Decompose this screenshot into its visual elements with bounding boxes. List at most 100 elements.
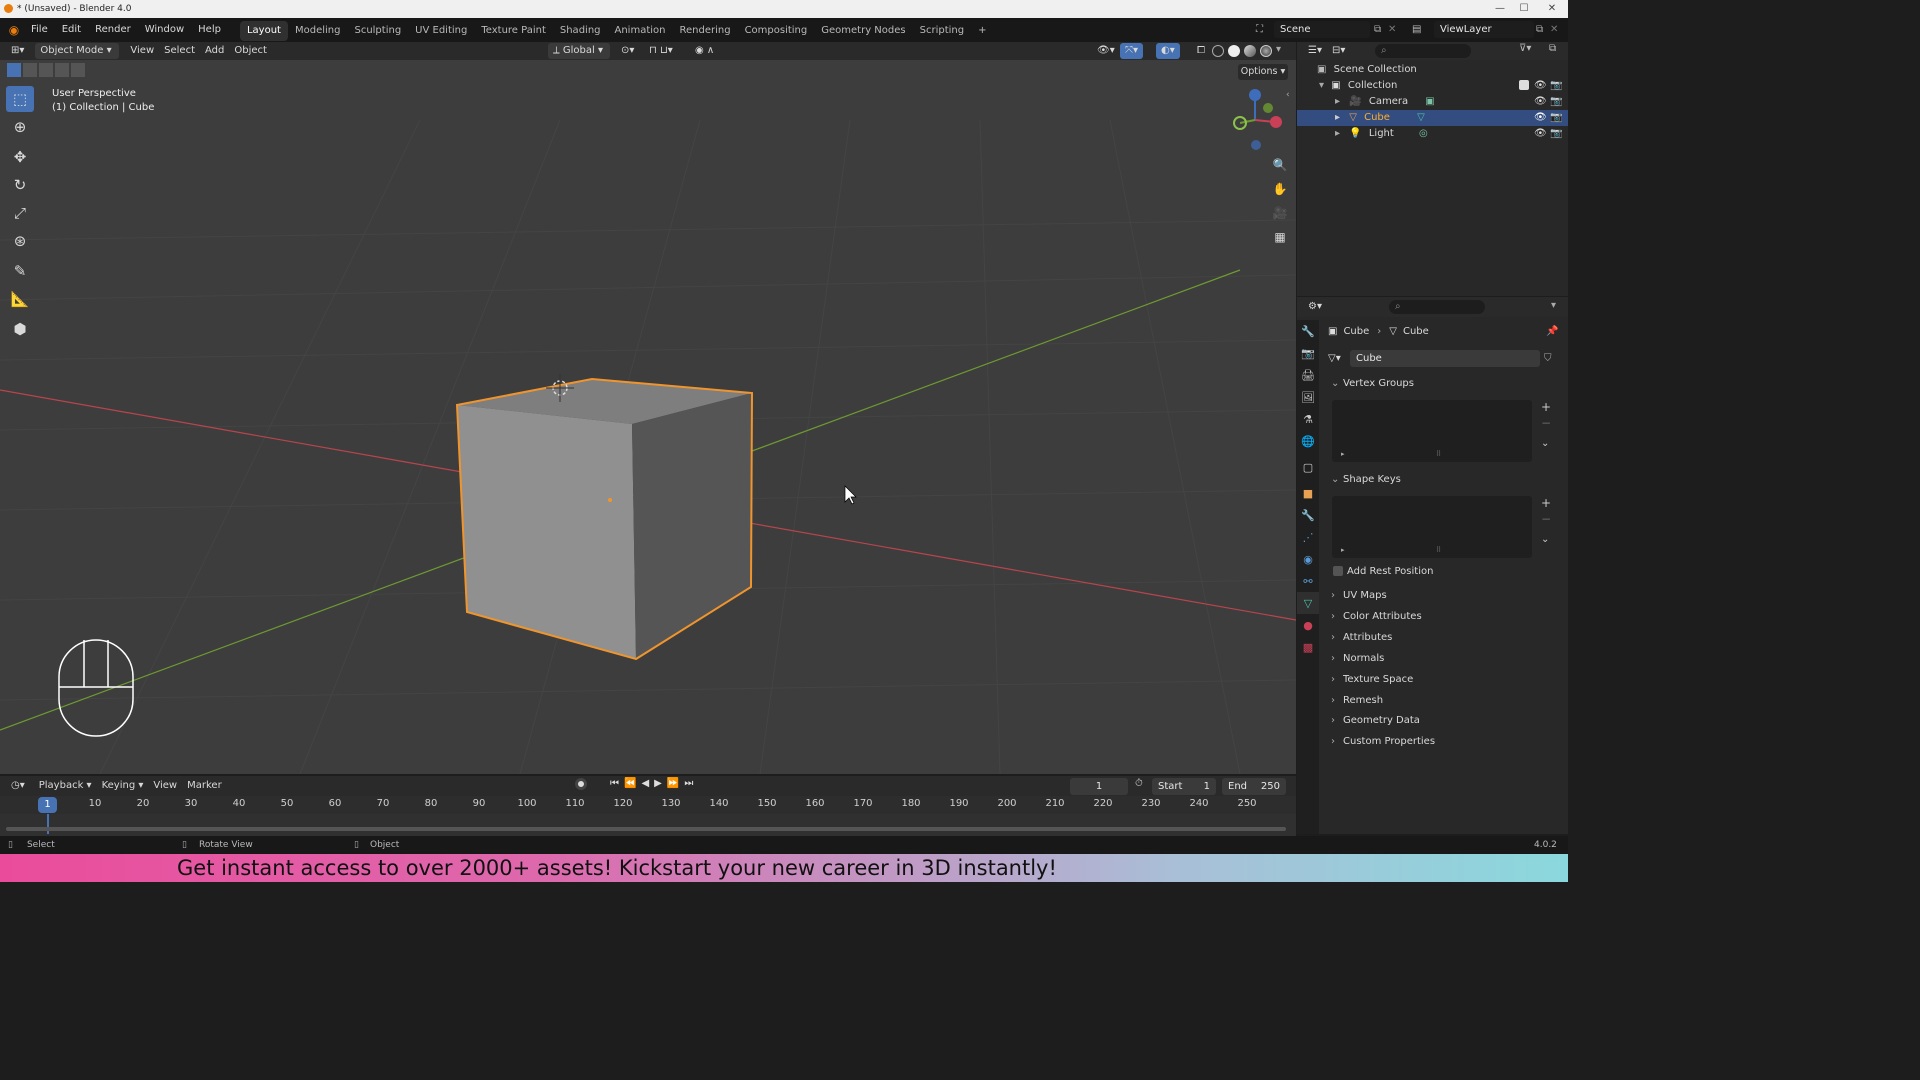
scene-tab-icon[interactable]: ⚗ <box>1297 408 1319 430</box>
pivot-point-icon[interactable]: ⊙▾ <box>616 43 639 59</box>
remesh-panel-header[interactable]: › Remesh <box>1331 692 1559 710</box>
editor-type-icon[interactable]: ⊞▾ <box>6 43 29 59</box>
menu-keying[interactable]: Keying ▾ <box>97 778 149 794</box>
sidebar-toggle-icon[interactable]: ‹ <box>1286 90 1290 100</box>
timeline-editor-type-icon[interactable]: ◷▾ <box>6 778 30 794</box>
rotate-tool-icon[interactable]: ↻ <box>6 172 34 198</box>
cube-visibility-icon[interactable]: 👁 <box>1534 110 1547 126</box>
vertex-groups-resize-handle[interactable]: ⠿ <box>1436 450 1441 458</box>
gizmo-negative-y[interactable] <box>1263 103 1273 113</box>
select-new-icon[interactable] <box>7 63 21 77</box>
shape-keys-panel-header[interactable]: ⌄ Shape Keys <box>1331 471 1559 489</box>
camera-view-icon[interactable]: 🎥 <box>1266 202 1294 224</box>
preview-range-icon[interactable]: ⏱ <box>1135 778 1143 789</box>
solid-shading-icon[interactable] <box>1228 45 1240 57</box>
constraints-tab-icon[interactable]: ⚯ <box>1297 570 1319 592</box>
start-frame-field[interactable]: Start 1 <box>1152 778 1216 795</box>
gizmo-toggle-icon[interactable]: ⤧▾ <box>1120 43 1144 59</box>
jump-keyframe-back-icon[interactable]: ⏪ <box>624 778 641 789</box>
maximize-icon[interactable]: ☐ <box>1512 0 1536 18</box>
menu-add[interactable]: Add <box>200 43 229 59</box>
shape-key-specials-icon[interactable]: ⌄ <box>1541 534 1553 545</box>
shape-keys-resize-handle[interactable]: ⠿ <box>1436 546 1441 554</box>
color-attributes-panel-header[interactable]: › Color Attributes <box>1331 608 1559 626</box>
add-workspace-button[interactable]: + <box>971 21 993 41</box>
tab-geometry-nodes[interactable]: Geometry Nodes <box>814 21 912 41</box>
tab-modeling[interactable]: Modeling <box>288 21 348 41</box>
tab-rendering[interactable]: Rendering <box>672 21 737 41</box>
texture-space-panel-header[interactable]: › Texture Space <box>1331 671 1559 689</box>
particles-tab-icon[interactable]: ⋰ <box>1297 526 1319 548</box>
scene-icon[interactable]: ⛶ <box>1256 24 1274 35</box>
delete-scene-icon[interactable]: ✕ <box>1388 24 1402 35</box>
vertex-groups-panel-header[interactable]: ⌄ Vertex Groups <box>1331 375 1559 393</box>
tab-shading[interactable]: Shading <box>553 21 608 41</box>
vertex-group-specials-icon[interactable]: ⌄ <box>1541 438 1553 449</box>
mode-dropdown[interactable]: Object Mode ▾ <box>35 43 120 59</box>
fake-user-shield-icon[interactable]: ⛉ <box>1544 353 1552 364</box>
current-frame-field[interactable]: 1 <box>1070 778 1128 795</box>
menu-window[interactable]: Window <box>138 18 191 42</box>
wireframe-shading-icon[interactable] <box>1212 45 1224 57</box>
properties-search-input[interactable]: ⌕ <box>1389 300 1485 314</box>
auto-keying-icon[interactable] <box>575 778 587 790</box>
jump-keyframe-forward-icon[interactable]: ⏩ <box>667 778 684 789</box>
select-subtract-icon[interactable] <box>39 63 53 77</box>
rendered-shading-icon[interactable] <box>1260 45 1272 57</box>
menu-view[interactable]: View <box>125 43 159 59</box>
uv-maps-panel-header[interactable]: › UV Maps <box>1331 587 1559 605</box>
outliner-editor-type-icon[interactable]: ☰▾ <box>1303 43 1327 59</box>
pin-icon[interactable]: 📌 <box>1546 326 1558 337</box>
view-layer-icon[interactable]: ▤ <box>1412 24 1434 35</box>
new-view-layer-icon[interactable]: ⧉ <box>1536 24 1550 35</box>
vertex-groups-filter-toggle-icon[interactable]: ▸ <box>1341 450 1345 458</box>
scene-name-field[interactable]: Scene <box>1274 21 1370 38</box>
perspective-toggle-icon[interactable]: ▦ <box>1266 226 1294 248</box>
timeline-menu-view[interactable]: View <box>148 778 182 794</box>
outliner-scene-collection[interactable]: ▣ Scene Collection <box>1297 62 1568 78</box>
cube-render-icon[interactable]: 📷 <box>1550 110 1562 126</box>
gizmo-x-axis[interactable] <box>1270 116 1282 128</box>
transform-tool-icon[interactable]: ⊛ <box>6 228 34 254</box>
add-cube-tool-icon[interactable]: ⬢ <box>6 316 34 342</box>
promo-banner[interactable]: Get instant access to over 2000+ assets!… <box>0 854 1568 882</box>
timeline[interactable]: 1 10 20 30 40 50 60 70 80 90 100 110 120 130 140 150 16… <box>0 796 1296 836</box>
shading-options-icon[interactable]: ▾ <box>1276 44 1281 55</box>
expand-camera-icon[interactable]: ▸ <box>1335 96 1340 107</box>
scale-tool-icon[interactable]: ⤢ <box>6 200 34 226</box>
mesh-name-field[interactable]: Cube <box>1350 350 1540 367</box>
outliner-item-camera[interactable]: ▸ 🎥 Camera ▣ 👁 📷 <box>1297 94 1568 110</box>
camera-data-icon[interactable]: ▣ <box>1425 96 1434 107</box>
custom-properties-panel-header[interactable]: › Custom Properties <box>1331 733 1559 751</box>
menu-edit[interactable]: Edit <box>55 18 88 42</box>
timeline-scrollbar[interactable] <box>6 827 1286 831</box>
pan-hand-icon[interactable]: ✋ <box>1266 178 1294 200</box>
properties-options-icon[interactable]: ▾ <box>1551 300 1556 311</box>
normals-panel-header[interactable]: › Normals <box>1331 650 1559 668</box>
camera-render-icon[interactable]: 📷 <box>1550 94 1562 110</box>
end-frame-field[interactable]: End 250 <box>1222 778 1286 795</box>
menu-select[interactable]: Select <box>159 43 200 59</box>
output-tab-icon[interactable]: 🖨 <box>1297 364 1319 386</box>
add-vertex-group-button[interactable]: + <box>1541 400 1553 414</box>
select-difference-icon[interactable] <box>55 63 69 77</box>
menu-render[interactable]: Render <box>88 18 138 42</box>
tool-tab-icon[interactable]: 🔧 <box>1297 320 1319 342</box>
world-tab-icon[interactable]: 🌐 <box>1297 430 1319 452</box>
annotate-tool-icon[interactable]: ✎ <box>6 258 34 284</box>
menu-marker[interactable]: Marker <box>182 778 227 794</box>
remove-shape-key-button[interactable]: − <box>1541 512 1553 526</box>
remove-vertex-group-button[interactable]: − <box>1541 416 1553 430</box>
material-tab-icon[interactable]: ● <box>1297 614 1319 636</box>
material-shading-icon[interactable] <box>1244 45 1256 57</box>
proportional-editing-icon[interactable]: ◉ ∧ <box>690 43 719 59</box>
outliner-item-light[interactable]: ▸ 💡 Light ◎ 👁 📷 <box>1297 126 1568 142</box>
new-collection-icon[interactable]: ⧉ <box>1549 43 1556 54</box>
navigation-gizmo[interactable] <box>1233 89 1282 150</box>
menu-playback[interactable]: Playback ▾ <box>34 778 97 794</box>
properties-editor-type-icon[interactable]: ⚙▾ <box>1303 299 1327 315</box>
camera-visibility-icon[interactable]: 👁 <box>1534 94 1547 110</box>
mesh-browse-icon[interactable]: ▽▾ <box>1328 353 1350 364</box>
mesh-data-icon[interactable]: ▽ <box>1417 112 1425 123</box>
render-tab-icon[interactable]: 📷 <box>1297 342 1319 364</box>
